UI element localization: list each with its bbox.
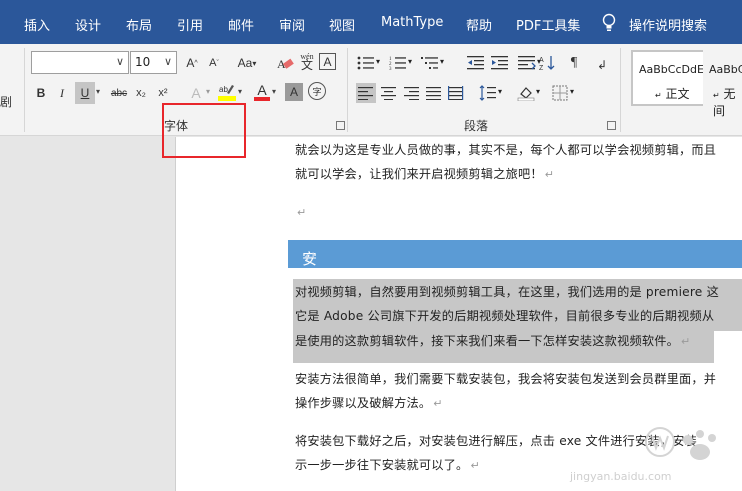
italic-button[interactable]: I bbox=[52, 83, 72, 103]
group-separator bbox=[347, 48, 348, 132]
shrink-font-icon[interactable]: Aˇ bbox=[204, 53, 224, 73]
chevron-down-icon[interactable]: ▾ bbox=[536, 87, 540, 96]
body-line[interactable]: 就会以为这是专业人员做的事，其实不是，每个人都可以学会视频剪辑，而且 bbox=[295, 140, 716, 158]
empty-paragraph[interactable]: ↵ bbox=[295, 205, 306, 219]
font-name-combo[interactable]: ∨ bbox=[31, 51, 129, 74]
svg-text:A: A bbox=[539, 57, 544, 64]
tell-me-search[interactable]: 操作说明搜索 bbox=[629, 15, 707, 34]
style-preview-text: AaBbCcDdE bbox=[639, 63, 704, 76]
change-case-icon[interactable]: Aa ▾ bbox=[233, 53, 261, 73]
font-color-button[interactable]: A bbox=[252, 81, 272, 103]
subscript-button[interactable]: x₂ bbox=[131, 83, 151, 103]
ribbon-home: 剧 ∨ 10 ∨ A ^ Aˇ Aa ▾ A wén 文 A B I U ▾ abc … bbox=[0, 44, 742, 136]
group-separator bbox=[620, 48, 621, 132]
tab-mailings[interactable]: 邮件 bbox=[228, 15, 254, 34]
phonetic-guide-icon[interactable]: wén 文 bbox=[297, 51, 317, 71]
align-right-button[interactable] bbox=[402, 83, 422, 103]
tab-mathtype[interactable]: MathType bbox=[381, 15, 443, 30]
font-size-combo[interactable]: 10 ∨ bbox=[130, 51, 177, 74]
lightbulb-icon bbox=[602, 13, 616, 31]
group-separator bbox=[24, 48, 25, 132]
chevron-down-icon[interactable]: ▾ bbox=[570, 87, 574, 96]
font-size-value: 10 bbox=[135, 55, 151, 69]
superscript-button[interactable]: x² bbox=[153, 83, 173, 103]
tab-pdf-tools[interactable]: PDF工具集 bbox=[516, 15, 580, 34]
chevron-down-icon[interactable]: ▾ bbox=[408, 57, 412, 66]
strikethrough-button[interactable]: abc bbox=[109, 83, 129, 103]
tab-references[interactable]: 引用 bbox=[177, 15, 203, 34]
annotation-highlight-box bbox=[162, 103, 246, 158]
borders-icon[interactable] bbox=[550, 83, 570, 103]
baidu-watermark: jingyan.baidu.com bbox=[560, 420, 742, 490]
svg-text:3: 3 bbox=[389, 67, 392, 71]
body-line[interactable]: 安装方法很简单，我们需要下载安装包，我会将安装包发送到会员群里面，并 bbox=[295, 369, 716, 387]
tab-review[interactable]: 审阅 bbox=[279, 15, 305, 34]
chevron-down-icon[interactable]: ▾ bbox=[272, 87, 276, 96]
bold-button[interactable]: B bbox=[31, 83, 51, 103]
clear-formatting-icon[interactable]: A bbox=[275, 53, 295, 73]
show-formatting-marks-icon[interactable]: ¶ bbox=[564, 53, 584, 73]
justify-button[interactable] bbox=[424, 83, 444, 103]
paragraph-group-label: 段落 bbox=[464, 119, 489, 133]
text-effects-button[interactable]: A bbox=[186, 83, 206, 103]
chevron-down-icon[interactable]: ▾ bbox=[238, 87, 242, 96]
text-direction-icon[interactable]: ↲ bbox=[592, 55, 612, 75]
body-line[interactable]: 示一步一步往下安装就可以了。 ↵ bbox=[295, 455, 480, 473]
decrease-indent-icon[interactable] bbox=[466, 53, 486, 73]
sort-icon[interactable]: AZ bbox=[538, 53, 558, 73]
tab-design[interactable]: 设计 bbox=[75, 15, 101, 34]
font-dialog-launcher-icon[interactable] bbox=[336, 121, 345, 130]
clipboard-group-cut-label: 剧 bbox=[0, 95, 13, 109]
enclose-characters-icon[interactable]: 字 bbox=[308, 82, 326, 100]
shading-icon[interactable] bbox=[516, 83, 536, 103]
left-ruler bbox=[0, 137, 18, 491]
chevron-down-icon: ∨ bbox=[163, 55, 172, 68]
chevron-down-icon[interactable]: ▾ bbox=[440, 57, 444, 66]
svg-text:ab: ab bbox=[219, 85, 228, 94]
style-name: ↵ 无间 bbox=[713, 87, 736, 118]
align-left-button[interactable] bbox=[356, 83, 376, 103]
multilevel-list-icon[interactable] bbox=[420, 53, 440, 73]
style-no-spacing[interactable]: AaBbC ↵ 无间 bbox=[703, 50, 742, 118]
grow-font-icon[interactable]: A ^ bbox=[182, 53, 202, 73]
chinese-layout-icon[interactable] bbox=[517, 53, 537, 73]
character-shading-button[interactable]: A bbox=[285, 83, 303, 101]
selected-line[interactable]: 它是 Adobe 公司旗下开发的后期视频处理软件，目前很多专业的后期视频从 bbox=[295, 306, 714, 324]
paragraph-dialog-launcher-icon[interactable] bbox=[607, 121, 616, 130]
highlight-color-icon[interactable]: ab bbox=[217, 82, 237, 102]
tab-layout[interactable]: 布局 bbox=[126, 15, 152, 34]
chevron-down-icon[interactable]: ▾ bbox=[498, 87, 502, 96]
chevron-down-icon: ∨ bbox=[115, 55, 124, 68]
numbering-icon[interactable]: 123 bbox=[388, 53, 408, 73]
ribbon-tab-bar: 插入 设计 布局 引用 邮件 审阅 视图 MathType 帮助 PDF工具集 … bbox=[0, 0, 742, 44]
bullets-icon[interactable] bbox=[356, 53, 376, 73]
chevron-down-icon[interactable]: ▾ bbox=[206, 87, 210, 96]
character-border-icon[interactable]: A bbox=[319, 53, 336, 70]
tab-help[interactable]: 帮助 bbox=[466, 15, 492, 34]
section-heading[interactable]: 安装 PR 软件↵ bbox=[288, 240, 742, 349]
watermark-url: jingyan.baidu.com bbox=[570, 470, 672, 483]
style-name: ↵ 正文 bbox=[655, 87, 690, 101]
underline-button[interactable]: U bbox=[75, 82, 95, 104]
line-spacing-icon[interactable] bbox=[478, 83, 498, 103]
tab-insert[interactable]: 插入 bbox=[24, 15, 50, 34]
increase-indent-icon[interactable] bbox=[490, 53, 510, 73]
selected-line[interactable]: 对视频剪辑，自然要用到视频剪辑工具，在这里，我们选用的是 premiere 这 bbox=[295, 282, 719, 300]
tab-view[interactable]: 视图 bbox=[329, 15, 355, 34]
selected-line[interactable]: 是使用的这款剪辑软件，接下来我们来看一下怎样安装这款视频软件。 ↵ bbox=[295, 331, 690, 349]
body-line[interactable]: 就可以学会，让我们来开启视频剪辑之旅吧！ ↵ bbox=[295, 164, 554, 182]
underline-dropdown-icon[interactable]: ▾ bbox=[96, 87, 100, 96]
chevron-down-icon[interactable]: ▾ bbox=[376, 57, 380, 66]
svg-text:Z: Z bbox=[539, 65, 544, 71]
align-center-button[interactable] bbox=[379, 83, 399, 103]
style-preview-text: AaBbC bbox=[709, 63, 742, 76]
distributed-align-button[interactable] bbox=[446, 83, 466, 103]
body-line[interactable]: 操作步骤以及破解方法。 ↵ bbox=[295, 393, 443, 411]
